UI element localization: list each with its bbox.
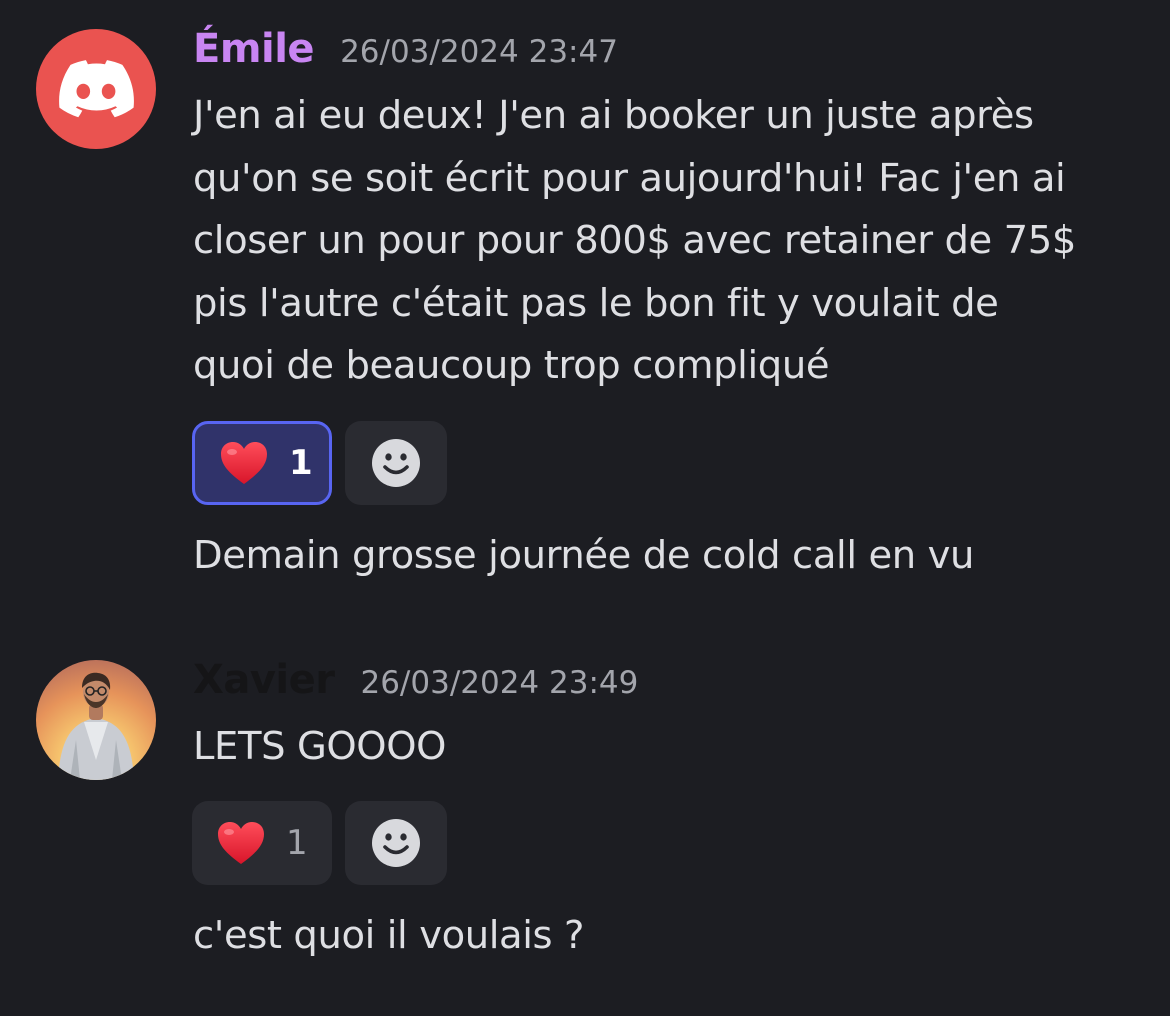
reaction-count: 1 (286, 823, 308, 863)
avatar-xavier[interactable] (36, 660, 156, 780)
heart-icon (218, 822, 264, 864)
message-line: qu'on se soit écrit pour aujourd'hui! Fa… (193, 155, 1066, 201)
message-line: LETS GOOOO (193, 724, 447, 769)
username[interactable]: Émile (193, 26, 315, 72)
heart-icon (221, 442, 267, 484)
smiley-icon (372, 819, 420, 867)
user-photo-avatar (58, 672, 134, 780)
add-reaction-button[interactable] (345, 421, 447, 505)
message-text: LETS GOOOO (193, 716, 1153, 779)
smiley-icon (372, 439, 420, 487)
heart-reaction-button[interactable]: 1 (192, 421, 332, 505)
message-text-followup: c'est quoi il voulais ? (193, 905, 1153, 968)
message-line: J'en ai eu deux! J'en ai booker un juste… (193, 93, 1034, 138)
username[interactable]: Xavier (193, 657, 335, 703)
message-header: Xavier 26/03/2024 23:49 (193, 657, 638, 703)
message-text-followup: Demain grosse journée de cold call en vu (193, 525, 1153, 588)
timestamp: 26/03/2024 23:49 (360, 665, 639, 701)
heart-reaction-button[interactable]: 1 (192, 801, 332, 885)
message-line: Demain grosse journée de cold call en vu (193, 533, 974, 578)
avatar-emile[interactable] (36, 29, 156, 149)
message-line: quoi de beaucoup trop compliqué (193, 343, 830, 388)
message-header: Émile 26/03/2024 23:47 (193, 26, 618, 72)
discord-logo-icon (59, 60, 134, 118)
message-line: c'est quoi il voulais ? (193, 913, 585, 958)
timestamp: 26/03/2024 23:47 (340, 34, 618, 70)
add-reaction-button[interactable] (345, 801, 447, 885)
reaction-count: 1 (289, 443, 313, 483)
message-text: J'en ai eu deux! J'en ai booker un juste… (193, 85, 1153, 398)
message-line: closer un pour pour 800$ avec retainer d… (193, 218, 1076, 263)
message-line: pis l'autre c'était pas le bon fit y vou… (193, 280, 999, 326)
